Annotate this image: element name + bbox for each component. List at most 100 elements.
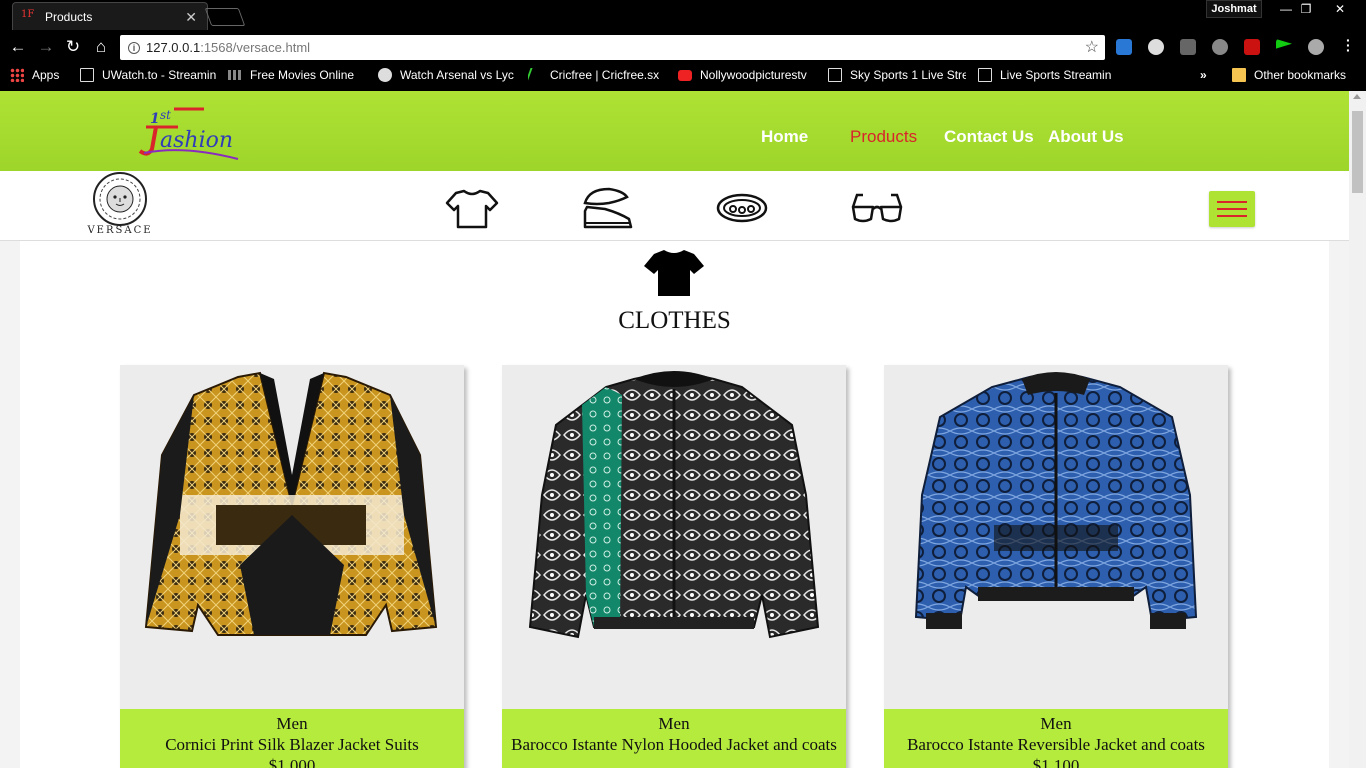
product-image[interactable] [120,365,464,709]
hamburger-line [1217,215,1247,217]
close-window-button[interactable]: ✕ [1324,0,1356,18]
page-icon [828,68,842,82]
nav-home[interactable]: Home [761,127,808,147]
extension-cast-icon[interactable] [1116,39,1132,55]
scroll-up-icon[interactable] [1353,94,1361,99]
new-tab-button[interactable] [204,8,246,26]
page-icon [978,68,992,82]
bookmark-label: Free Movies Online [250,68,355,82]
products-section: CLOTHES Men Cornici Print Silk Blazer Ja… [20,241,1329,768]
bookmark-nollywood[interactable]: Nollywoodpicturestv [678,68,818,82]
product-price: $1,100 [1032,756,1080,768]
bookmark-label: Cricfree | Cricfree.sx [550,68,660,82]
bookmark-star-icon[interactable]: ☆ [1085,37,1099,57]
shoe-icon[interactable] [579,183,635,233]
football-icon [378,68,392,82]
product-card[interactable]: Men Barocco Istante Reversible Jacket an… [884,365,1228,768]
product-gender: Men [276,714,308,733]
brand-name: VERSACE [87,225,153,236]
bookmark-label: Apps [32,68,60,82]
check-icon [528,68,545,82]
nav-contact-us[interactable]: Contact Us [944,127,1034,147]
brand-logo[interactable]: VERSACE [78,172,162,236]
page-scrollbar[interactable] [1349,91,1366,768]
bookmark-arsenal[interactable]: Watch Arsenal vs Lyc [378,68,516,82]
home-icon[interactable]: ⌂ [90,36,112,58]
hamburger-line [1217,201,1247,203]
medusa-icon [93,172,147,226]
product-name[interactable]: Barocco Istante Reversible Jacket and co… [884,734,1228,755]
browser-toolbar: ← → ↻ ⌂ i 127.0.0.1 :1568/versace.html ☆… [0,32,1366,62]
svg-text:st: st [160,108,171,122]
product-image[interactable] [502,365,846,709]
svg-text:1: 1 [150,111,160,127]
tab-close-icon[interactable]: ✕ [185,9,197,26]
product-caption: Men Barocco Istante Nylon Hooded Jacket … [502,709,846,768]
site-favicon-icon: 1F [21,8,35,20]
site-info-icon[interactable]: i [128,41,140,54]
extension-pdf-icon[interactable] [1244,39,1260,55]
browser-titlebar: 1F Products ✕ Joshmat — ❐ ✕ [0,0,1366,32]
product-gender: Men [1040,714,1072,733]
nav-about-us[interactable]: About Us [1048,127,1124,147]
hamburger-menu-button[interactable] [1209,191,1255,227]
profile-button[interactable]: Joshmat [1206,0,1262,18]
forward-icon[interactable]: → [35,36,57,58]
product-gender: Men [658,714,690,733]
bookmark-label: Nollywoodpicturestv [700,68,807,82]
page-icon [80,68,94,82]
bookmark-live-sports[interactable]: Live Sports Streamin [978,68,1114,82]
nav-products[interactable]: Products [850,127,917,147]
bookmark-label: Sky Sports 1 Live Stre [850,68,966,82]
scrollbar-thumb[interactable] [1352,111,1363,193]
restore-button[interactable]: ❐ [1290,0,1322,18]
bookmark-cricfree[interactable]: Cricfree | Cricfree.sx [528,68,664,82]
product-caption: Men Barocco Istante Reversible Jacket an… [884,709,1228,768]
extension-football-icon[interactable] [1148,39,1164,55]
youtube-icon [678,69,692,81]
bookmark-free-movies[interactable]: Free Movies Online [228,68,362,82]
product-caption: Men Cornici Print Silk Blazer Jacket Sui… [120,709,464,768]
product-image[interactable] [884,365,1228,709]
extension-download-icon[interactable] [1180,39,1196,55]
bookmark-label: Live Sports Streamin [1000,68,1112,82]
other-bookmarks[interactable]: Other bookmarks [1232,68,1346,82]
extension-sync-icon[interactable] [1212,39,1228,55]
bookmarks-overflow-button[interactable]: » [1200,68,1207,82]
address-bar[interactable]: i 127.0.0.1 :1568/versace.html ☆ [120,35,1105,60]
tab-title: Products [45,9,93,24]
film-icon [228,70,242,80]
belt-icon[interactable] [714,183,770,233]
section-title: CLOTHES [618,307,731,334]
bookmarks-bar: Apps UWatch.to - Streamin Free Movies On… [0,62,1366,91]
extension-flag-icon[interactable] [1276,39,1292,49]
other-bookmarks-label: Other bookmarks [1254,68,1347,82]
bookmark-apps[interactable]: Apps [10,68,70,82]
apps-icon [10,68,24,82]
product-name[interactable]: Cornici Print Silk Blazer Jacket Suits [120,734,464,755]
bookmark-uwatch[interactable]: UWatch.to - Streamin [80,68,216,82]
back-icon[interactable]: ← [7,36,29,58]
bookmark-label: Watch Arsenal vs Lyc [400,68,514,82]
reload-icon[interactable]: ↻ [62,36,84,58]
bookmark-sky-sports[interactable]: Sky Sports 1 Live Stre [828,68,966,82]
browser-tab[interactable]: 1F Products ✕ [12,2,208,30]
extension-cloud-icon[interactable] [1308,39,1324,55]
product-price: $1,000 [268,756,316,768]
url-path: :1568/versace.html [200,40,311,55]
t-shirt-icon[interactable] [444,183,500,233]
browser-menu-icon[interactable]: · · · [1346,33,1351,57]
hamburger-line [1217,208,1247,210]
product-card[interactable]: Men Barocco Istante Nylon Hooded Jacket … [502,365,846,768]
url-host: 127.0.0.1 [146,40,201,55]
product-card[interactable]: Men Cornici Print Silk Blazer Jacket Sui… [120,365,464,768]
category-bar: VERSACE [0,171,1349,241]
t-shirt-icon [644,250,704,296]
site-header: 1 st ashion Home Products Contact Us Abo… [0,91,1349,171]
glasses-icon[interactable] [849,183,905,233]
site-logo[interactable]: 1 st ashion [134,101,246,163]
product-name[interactable]: Barocco Istante Nylon Hooded Jacket and … [502,734,846,755]
page-viewport: 1 st ashion Home Products Contact Us Abo… [0,91,1349,768]
folder-icon [1232,68,1246,82]
bookmark-label: UWatch.to - Streamin [102,68,216,82]
